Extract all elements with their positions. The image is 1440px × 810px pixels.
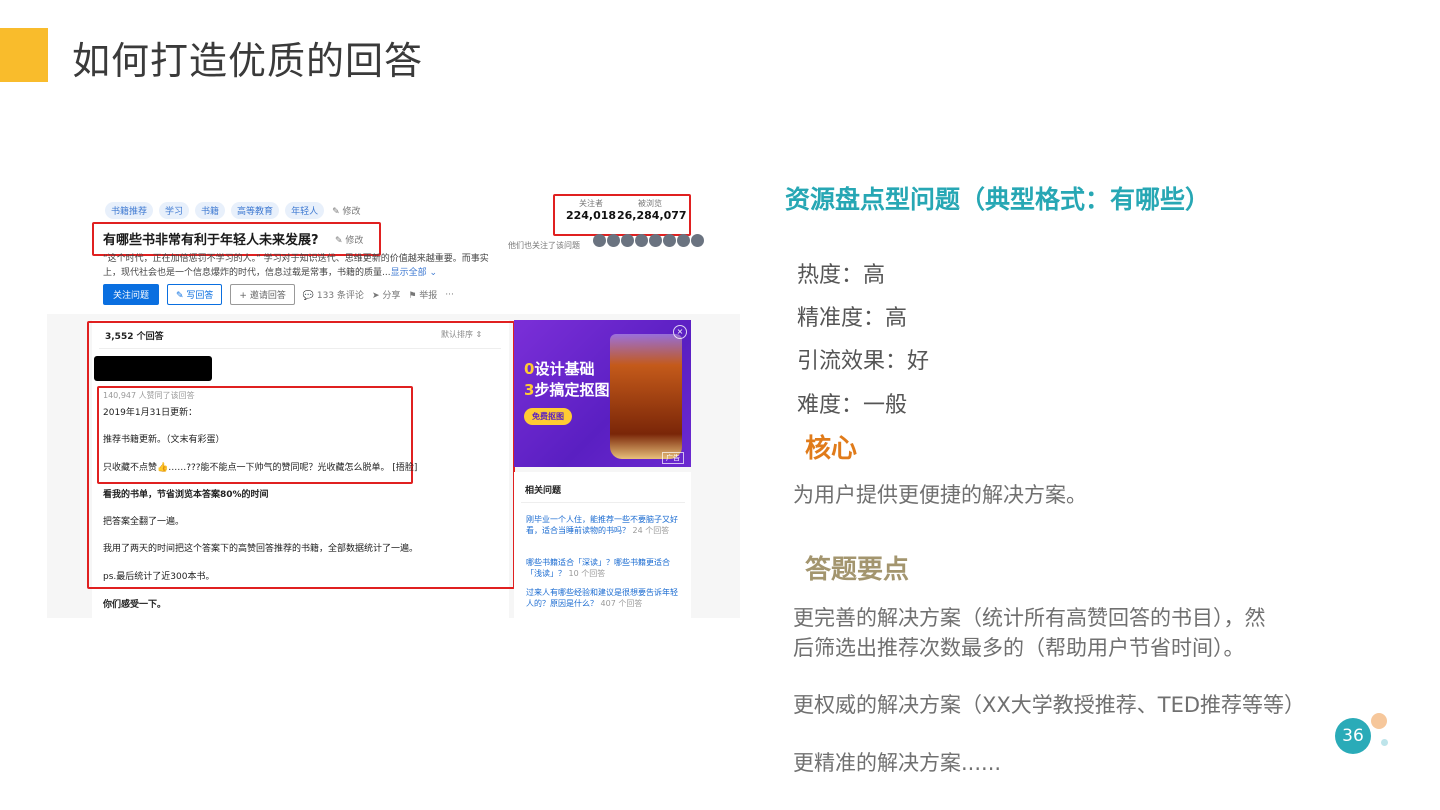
divider	[521, 502, 685, 503]
metric-difficulty: 难度：一般	[797, 393, 908, 418]
views-count: 26,284,077	[617, 209, 687, 222]
close-icon[interactable]: ×	[673, 325, 687, 339]
answer-line: 推荐书籍更新。（文末有彩蛋）	[103, 435, 225, 445]
avatar[interactable]	[593, 234, 606, 247]
also-followed-note: 他们也关注了该问题	[508, 241, 580, 250]
tips-heading: 答题要点	[805, 555, 910, 585]
edit-question-link[interactable]: ✎ 修改	[335, 233, 363, 246]
related-title: 相关问题	[525, 486, 562, 496]
ad-cta-button[interactable]: 免费抠图	[524, 408, 572, 425]
title-accent-bar	[0, 28, 48, 82]
avatar[interactable]	[663, 234, 676, 247]
followers-count: 224,018	[565, 209, 617, 222]
follower-avatars	[593, 234, 704, 247]
avatar[interactable]	[635, 234, 648, 247]
ad-label: 广告	[662, 452, 684, 464]
tip-line: 更完善的解决方案（统计所有高赞回答的书目），然	[793, 606, 1266, 630]
question-screenshot: 书籍推荐 学习 书籍 高等教育 年轻人 ✎ 修改 有哪些书非常有利于年轻人未来发…	[47, 192, 740, 618]
write-answer-button[interactable]: ✎ 写回答	[167, 284, 223, 305]
answer-line: 我用了两天的时间把这个答案下的高赞回答推荐的书籍，全部数据统计了一遍。	[103, 544, 419, 554]
avatar[interactable]	[677, 234, 690, 247]
invite-answer-button[interactable]: + 邀请回答	[230, 284, 295, 305]
divider	[99, 348, 501, 349]
answer-line: 把答案全翻了一遍。	[103, 517, 185, 527]
ad-highlight: 3	[524, 381, 535, 399]
topic-tag[interactable]: 高等教育	[231, 202, 280, 219]
ad-headline-1: 0设计基础	[524, 358, 594, 379]
topic-tag[interactable]: 书籍推荐	[105, 202, 154, 219]
answer-line: 看我的书单，节省浏览本答案80%的时间	[103, 490, 269, 500]
metric-traffic: 引流效果：好	[797, 349, 930, 374]
avatar[interactable]	[607, 234, 620, 247]
ad-text: 设计基础	[534, 360, 595, 378]
question-actions: 关注问题 ✎ 写回答 + 邀请回答 💬 133 条评论 ➤ 分享 ⚑ 举报 ··…	[103, 284, 454, 305]
views-stat: 被浏览 26,284,077	[617, 198, 687, 222]
agree-count: 140,947 人赞同了该回答	[103, 391, 195, 400]
tip-line: 后筛选出推荐次数最多的（帮助用户节省时间）。	[793, 636, 1245, 660]
answer-line: 2019年1月31日更新：	[103, 408, 198, 418]
answer-line: ps.最后统计了近300本书。	[103, 572, 215, 582]
answer-line: 只收藏不点赞👍……???能不能点一下帅气的赞同呢？光收藏怎么脱单。 [捂脸]	[103, 463, 418, 473]
ad-banner[interactable]: 0设计基础 3步搞定抠图 免费抠图 × 广告	[514, 320, 691, 467]
tip-line: 更权威的解决方案（XX大学教授推荐、TED推荐等等）	[793, 693, 1306, 717]
show-all-link[interactable]: 显示全部 ⌄	[391, 268, 437, 278]
related-answer-count: 407 个回答	[600, 599, 643, 608]
followers-stat: 关注者 224,018	[561, 198, 621, 222]
metric-precision: 精准度：高	[797, 306, 908, 331]
question-description: “这个时代，正在加倍惩罚不学习的人。” 学习对于知识迭代、思维更新的价值越来越重…	[103, 252, 503, 280]
related-question-link[interactable]: 刚毕业一个人住，能推荐一些不要脑子又好看，适合当睡前读物的书吗？ 24 个回答	[526, 514, 678, 536]
core-heading: 核心	[805, 434, 858, 464]
topic-tag[interactable]: 学习	[159, 202, 190, 219]
core-text: 为用户提供更便捷的解决方案。	[793, 483, 1087, 507]
ad-highlight: 0	[524, 360, 535, 378]
ad-text: 步搞定抠图	[534, 381, 610, 399]
decor-dot	[1371, 713, 1387, 729]
edit-tags-link[interactable]: ✎ 修改	[332, 204, 360, 217]
comments-link[interactable]: 💬 133 条评论	[303, 288, 364, 301]
views-label: 被浏览	[638, 199, 662, 208]
drink-glass-image	[610, 334, 682, 459]
share-link[interactable]: ➤ 分享	[372, 288, 400, 301]
avatar[interactable]	[621, 234, 634, 247]
tip-line: 更精准的解决方案......	[793, 751, 1002, 775]
ad-headline-2: 3步搞定抠图	[524, 379, 609, 400]
topic-tags: 书籍推荐 学习 书籍 高等教育 年轻人 ✎ 修改	[105, 202, 360, 219]
avatar[interactable]	[691, 234, 704, 247]
more-icon[interactable]: ···	[445, 290, 454, 300]
report-link[interactable]: ⚑ 举报	[408, 288, 437, 301]
topic-tag[interactable]: 书籍	[195, 202, 226, 219]
related-answer-count: 24 个回答	[632, 526, 670, 535]
avatar[interactable]	[649, 234, 662, 247]
metric-popularity: 热度：高	[797, 263, 886, 288]
related-answer-count: 10 个回答	[568, 569, 606, 578]
page-number: 36	[1335, 718, 1371, 754]
topic-tag[interactable]: 年轻人	[285, 202, 325, 219]
answer-count: 3,552 个回答	[105, 332, 164, 342]
related-question-link[interactable]: 哪些书籍适合「深读」？哪些书籍更适合「浅读」？ 10 个回答	[526, 557, 678, 579]
question-type-heading: 资源盘点型问题（典型格式：有哪些）	[785, 185, 1211, 214]
followers-label: 关注者	[579, 199, 603, 208]
question-title: 有哪些书非常有利于年轻人未来发展?	[103, 233, 319, 248]
sort-dropdown[interactable]: 默认排序 ⇕	[441, 329, 482, 340]
redacted-author	[94, 356, 212, 381]
decor-dot	[1381, 739, 1388, 746]
related-question-link[interactable]: 过来人有哪些经验和建议是很想要告诉年轻人的？原因是什么？ 407 个回答	[526, 587, 678, 609]
answer-line: 你们感受一下。	[103, 600, 167, 610]
slide-title: 如何打造优质的回答	[72, 39, 424, 83]
follow-question-button[interactable]: 关注问题	[103, 284, 160, 305]
